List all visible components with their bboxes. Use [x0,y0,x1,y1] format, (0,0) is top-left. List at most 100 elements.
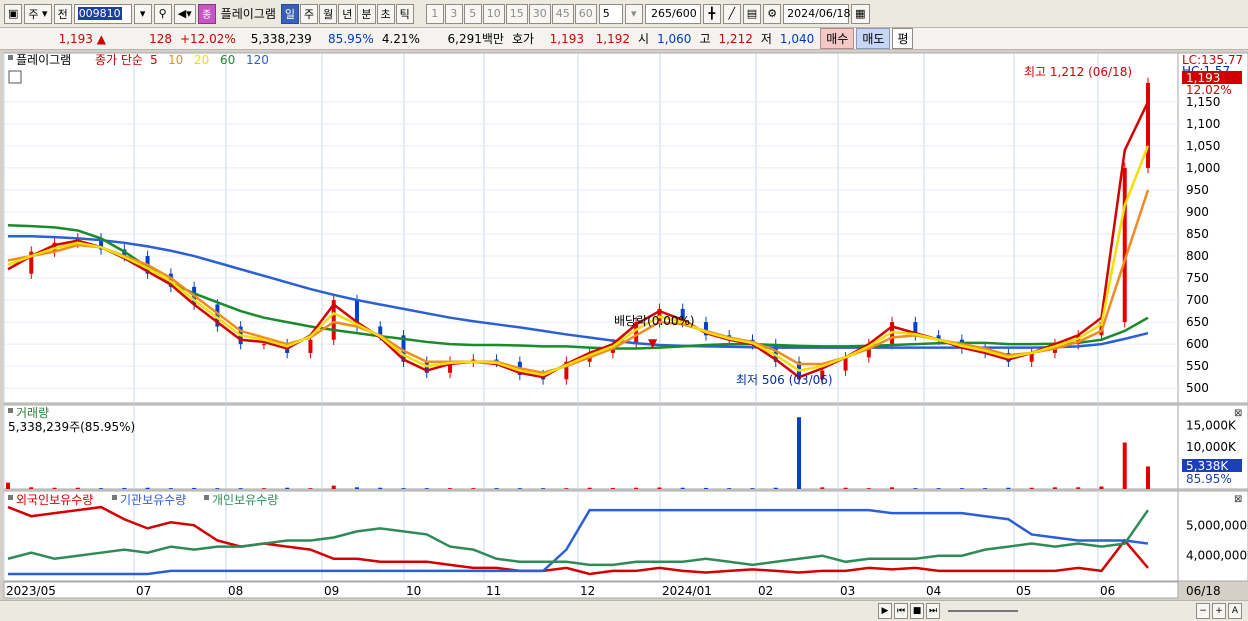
zoom-in-icon[interactable]: + [1212,603,1226,619]
interval-button-15[interactable]: 15 [505,3,528,24]
holdings-legend-1: 기관보유수량 [120,493,186,507]
volume-bar [913,488,918,489]
zoom-slider[interactable] [948,610,1018,612]
speaker-icon[interactable]: ◀▾ [173,3,196,24]
volume-pct-tag: 85.95% [1186,472,1232,486]
volume-bar [820,487,825,489]
period-tab-4[interactable]: 분 [357,3,376,24]
holdings-legend-bullet [204,495,209,500]
jong-badge[interactable]: 종 [197,3,216,24]
volume-bar [750,488,755,489]
interval-button-60[interactable]: 60 [574,3,597,24]
interval-button-10[interactable]: 10 [482,3,505,24]
period-tab-1[interactable]: 주 [300,3,319,24]
holdings-legend-bullet [112,495,117,500]
candle-body [1146,82,1150,168]
volume-bar [215,488,220,489]
volume-bar [401,488,406,489]
price-tick-label: 1,050 [1186,139,1220,153]
search-icon[interactable]: ⚲ [153,3,172,24]
price-tick-label: 550 [1186,359,1209,373]
price-tick-label: 650 [1186,315,1209,329]
text-size-icon[interactable]: A [1228,603,1242,619]
period-tab-5[interactable]: 초 [376,3,395,24]
date-value: 2024/06/18 [787,7,851,20]
stock-code-input[interactable]: 009810 [73,3,132,24]
volume-bar [843,487,848,489]
volume-bar [52,487,57,489]
interval-button-45[interactable]: 45 [551,3,574,24]
volume-bar [541,488,546,489]
prev-button[interactable]: 전 [53,3,72,24]
interval-button-3[interactable]: 3 [444,3,463,24]
price-tick-label: 1,100 [1186,117,1220,131]
period-tab-2[interactable]: 월 [319,3,338,24]
open-price: 1,060 [657,31,692,46]
volume-bar [1006,487,1011,489]
open-label: 시 [638,32,650,46]
price-tick-label: 850 [1186,227,1209,241]
interval-button-1[interactable]: 1 [425,3,444,24]
volume-tick-label: 15,000K [1186,419,1237,433]
current-pct-tag: 12.02% [1186,83,1232,97]
scroll-first-icon[interactable]: ⏮ [894,603,908,619]
volume-bar [1146,466,1150,489]
legend-ma-10: 10 [168,53,183,67]
code-dropdown-icon[interactable]: ▾ [133,3,152,24]
period-tab-6[interactable]: 틱 [395,3,414,24]
interval-dropdown-icon[interactable]: ▾ [624,3,643,24]
save-icon[interactable]: ▤ [742,3,762,24]
draw-icon[interactable]: ╱ [722,3,741,24]
date-input[interactable]: 2024/06/18 [783,3,851,24]
legend-ma-5: 5 [150,53,158,67]
period-tab-0[interactable]: 일 [280,3,299,24]
volume-bar [1122,442,1127,489]
volume-bar [680,487,685,489]
x-tick-label: 08 [228,584,243,598]
volume-bar [564,488,569,489]
interval-select[interactable]: 5 [598,3,623,24]
panel-close-icon: ⊠ [1234,494,1242,505]
period-tab-3[interactable]: 년 [338,3,357,24]
scroll-last-icon[interactable]: ⏭ [926,603,940,619]
volume-bar [797,417,802,489]
x-tick-label: 06 [1100,584,1115,598]
table-icon [8,70,22,84]
bid-price: 1,192 [595,31,631,46]
gear-icon[interactable]: ⚙ [763,3,782,24]
chart-scrollbar[interactable]: ▶ ⏮ ■ ⏭ − + A [0,600,1248,621]
volume-bar [1076,487,1081,489]
volume-bar [29,487,34,489]
low-label: 저 [760,32,772,46]
volume-bar [773,487,778,489]
volume-bar [936,488,941,489]
scroll-right-icon[interactable]: ▶ [878,603,892,619]
calendar-icon[interactable]: ▦ [851,3,870,24]
x-tick-label: 11 [486,584,501,598]
holdings-tick-label: 4,000,000 [1186,549,1247,563]
stock-chart[interactable]: 2023/05 07 08 09 10 11 12 2024/01 02 03 04 05 06 06/1… [0,51,1248,600]
volume-bar [727,488,732,489]
volume-bar [634,487,639,489]
pyeong-button[interactable]: 평 [892,28,914,49]
holdings-legend-2: 개인보유수량 [212,493,278,507]
legend-bullet [8,55,13,60]
sell-button[interactable]: 매도 [856,28,891,49]
count-input[interactable]: 265/600 [644,3,701,24]
zoom-out-icon[interactable]: − [1196,603,1210,619]
volume-bar [494,488,499,489]
volume-tick-label: 10,000K [1186,440,1237,454]
price-tick-label: 700 [1186,293,1209,307]
interval-button-30[interactable]: 30 [528,3,551,24]
candle-icon[interactable]: ╋ [702,3,721,24]
layout-icon[interactable]: ▣ [4,3,23,24]
price-tick-label: 500 [1186,381,1209,395]
holdings-legend-bullet [8,495,13,500]
stop-icon[interactable]: ■ [910,603,924,619]
price-tick-label: 600 [1186,337,1209,351]
interval-button-5[interactable]: 5 [463,3,482,24]
period-select[interactable]: 주 ▾ [24,3,52,24]
buy-button[interactable]: 매수 [820,28,855,49]
holdings-tick-label: 5,000,000 [1186,518,1247,532]
price-tick-label: 900 [1186,205,1209,219]
